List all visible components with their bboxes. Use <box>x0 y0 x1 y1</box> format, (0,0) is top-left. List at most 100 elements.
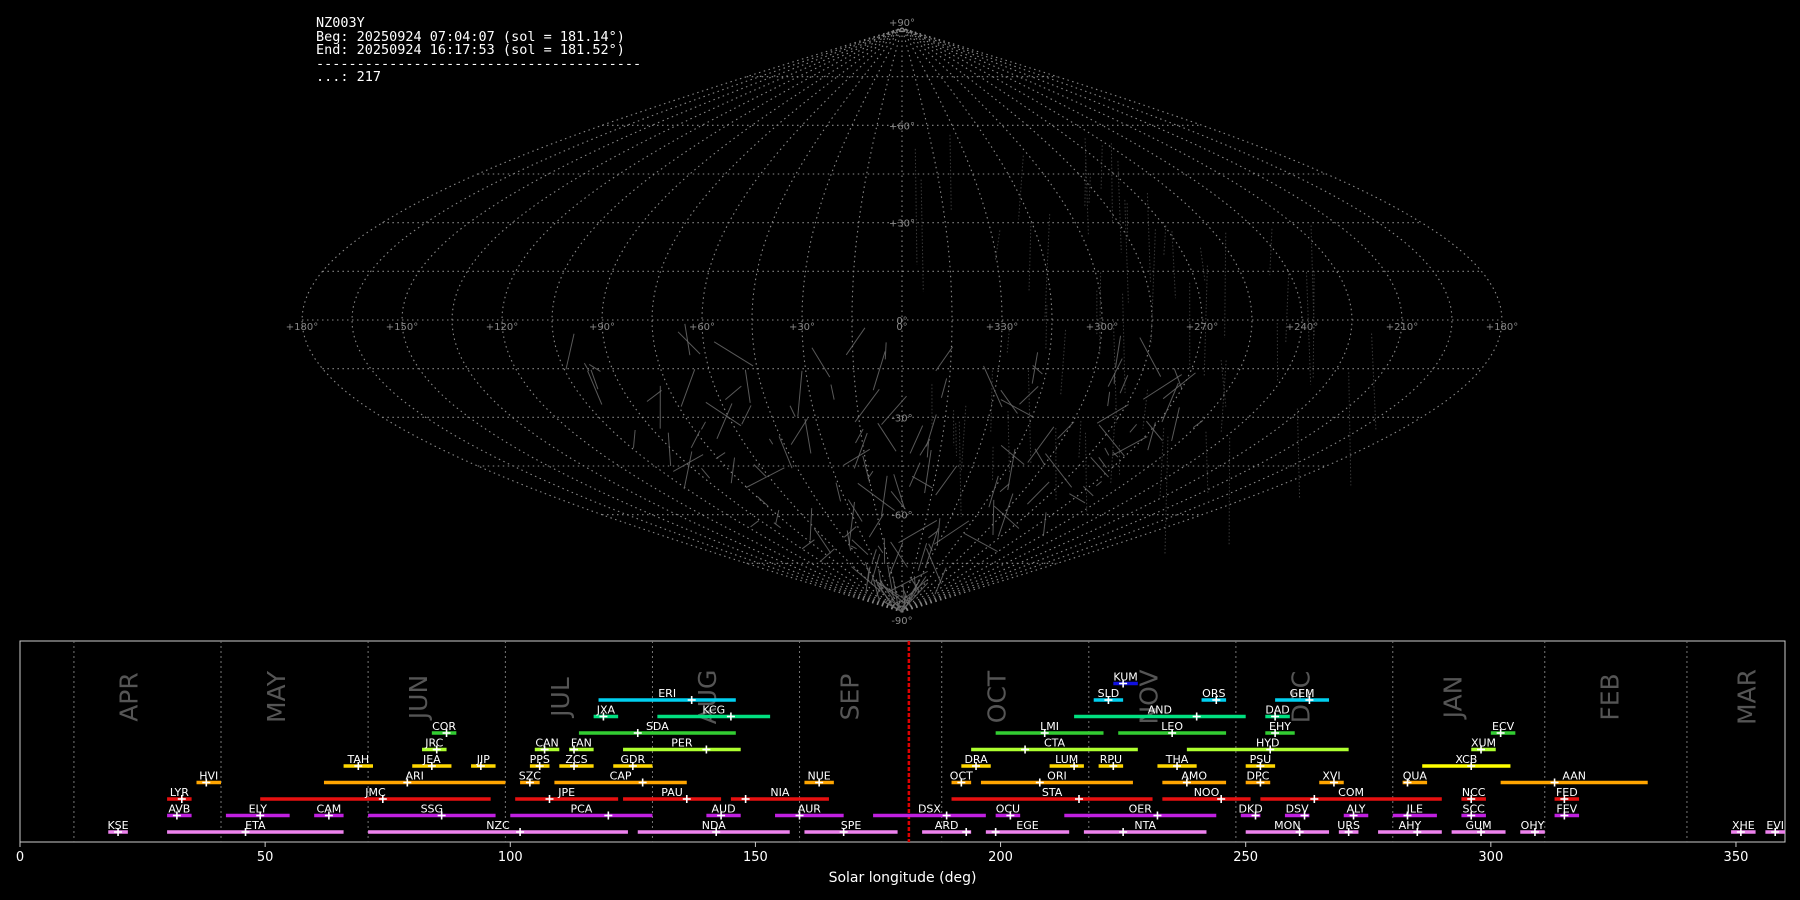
meteor-trail <box>750 520 760 528</box>
shower-label: OHY <box>1521 819 1545 832</box>
meteor-trail <box>700 421 706 430</box>
meteor-trail <box>1143 374 1183 400</box>
shower-label: ARD <box>935 819 959 832</box>
shower-label: NZC <box>486 819 510 832</box>
meteor-trail <box>1027 426 1055 463</box>
meteor-trail <box>1296 408 1301 500</box>
shower-label: DSV <box>1286 803 1309 816</box>
shower-label: OCT <box>950 770 973 783</box>
meteor-trail <box>992 499 995 536</box>
meteor-trail <box>830 384 835 400</box>
meteor-trail <box>1098 424 1125 457</box>
x-tick-label: 350 <box>1724 850 1749 865</box>
meteor-trail <box>1122 293 1126 394</box>
meteor-trail <box>1199 247 1206 281</box>
shower-label: NDA <box>702 819 727 832</box>
meteor-trail <box>898 520 938 544</box>
meteor-trail <box>1107 391 1111 407</box>
meteor-trail <box>1161 382 1179 423</box>
meteor-trail <box>1205 431 1209 495</box>
meteor-trail <box>1129 423 1138 433</box>
meteor-trail <box>1084 162 1087 207</box>
shower-label: AAN <box>1562 770 1586 783</box>
meteor-trail <box>680 368 696 407</box>
shower-label: ORS <box>1202 687 1225 700</box>
meteor-trail <box>1310 225 1315 336</box>
meteor-trail <box>1348 372 1352 486</box>
month-label: APR <box>115 672 144 722</box>
shower-label: PSU <box>1250 753 1272 766</box>
meteor-trail <box>993 505 1020 529</box>
x-axis-label: Solar longitude (deg) <box>829 870 977 886</box>
shower-label: JLE <box>1406 803 1423 816</box>
meteor-trail <box>909 425 924 454</box>
meteor-trail <box>893 474 906 510</box>
meteor-trail <box>1146 192 1152 285</box>
shower-label: KUM <box>1113 671 1137 684</box>
meteor-trail <box>857 482 895 511</box>
meteor-trail <box>1100 145 1103 189</box>
shower-label: JXA <box>596 704 616 717</box>
month-label: MAY <box>262 670 291 723</box>
shower-label: GEM <box>1290 687 1315 700</box>
longitude-label: +210° <box>1386 322 1418 333</box>
x-tick-label: 50 <box>257 850 274 865</box>
meteor-trail <box>1269 228 1273 276</box>
shower-label: EHY <box>1269 720 1291 733</box>
meteor-trail <box>925 414 937 447</box>
meteor-trail <box>778 436 793 469</box>
meteor-trail <box>958 421 962 517</box>
meteor-trail <box>768 438 774 445</box>
shower-label: JRC <box>424 737 443 750</box>
shower-label: JPE <box>557 786 575 799</box>
longitude-label: +150° <box>386 322 418 333</box>
month-label: SEP <box>835 674 864 721</box>
longitude-label: +270° <box>1186 322 1218 333</box>
shower-label: QUA <box>1403 770 1428 783</box>
meteor-trail <box>789 405 796 417</box>
shower-label: SLD <box>1098 687 1120 700</box>
meteor-trail <box>847 499 863 522</box>
shower-label: XUM <box>1471 737 1496 750</box>
meteor-trail <box>1088 173 1092 204</box>
longitude-label: +60° <box>689 322 715 333</box>
month-label: AUG <box>693 670 722 725</box>
meteor-trail <box>565 333 575 370</box>
meteor-trail <box>1371 333 1377 431</box>
shower-label: GUM <box>1466 819 1492 832</box>
shower-label: OER <box>1129 803 1153 816</box>
shower-label: STA <box>1042 786 1063 799</box>
shower-label: TAH <box>346 753 369 766</box>
shower-label: DAD <box>1265 704 1289 717</box>
shower-label: ALY <box>1347 803 1366 816</box>
meteor-trail <box>870 553 881 584</box>
shower-label: JMC <box>364 786 386 799</box>
timeline-axes-frame <box>19 640 1786 843</box>
meteor-trail <box>1007 410 1011 474</box>
shower-label: ETA <box>245 819 266 832</box>
shower-label: AVB <box>168 803 190 816</box>
shower-label: PCA <box>570 803 592 816</box>
meteor-trail <box>773 522 782 529</box>
meteor-trail <box>583 362 590 372</box>
shower-label: FEV <box>1556 803 1577 816</box>
shower-label: COR <box>432 720 456 733</box>
shower-label: XCB <box>1455 753 1477 766</box>
meteor-trail <box>1171 407 1180 442</box>
meteor-trail <box>1142 389 1149 429</box>
longitude-label: +180° <box>286 322 318 333</box>
shower-label: NTA <box>1134 819 1156 832</box>
shower-label: LUM <box>1055 753 1078 766</box>
meteor-trail <box>935 465 958 496</box>
meteor-trail <box>854 389 880 423</box>
meteor-trail <box>997 493 1014 537</box>
shower-label: DRA <box>964 753 988 766</box>
x-tick-label: 200 <box>988 850 1013 865</box>
longitude-label: +120° <box>486 322 518 333</box>
shower-label: FED <box>1556 786 1578 799</box>
meteor-trail <box>730 457 736 484</box>
meteor-trail <box>646 390 662 402</box>
month-label: DEC <box>1286 671 1315 724</box>
shower-label: HVI <box>199 770 218 783</box>
shower-label: AMO <box>1181 770 1207 783</box>
